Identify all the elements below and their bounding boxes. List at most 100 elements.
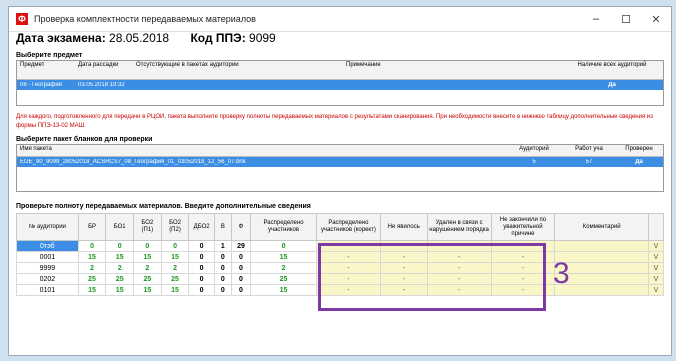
th-br: БР [77, 213, 107, 241]
col-all-rooms: Наличие всех аудиторий [577, 62, 647, 68]
table-cell: 2 [250, 262, 317, 274]
table-cell: 0 [230, 262, 252, 274]
room-number-cell: 0тэб [16, 240, 79, 252]
title-bar: Ф Проверка комплектности передаваемых ма… [9, 7, 671, 32]
table-cell: 0 [133, 240, 162, 252]
subject-section-title: Выберите предмет [16, 52, 83, 59]
th-status [647, 213, 665, 241]
table-cell: 1 [213, 240, 232, 252]
th-absent: Не явилось [379, 213, 428, 241]
table-cell: 2 [160, 262, 190, 274]
table-cell: 25 [105, 273, 135, 285]
exam-date-value: 28.05.2018 [109, 31, 170, 45]
subject-grid: Предмет Дата рассадки Отсутствующие в па… [16, 60, 664, 106]
exam-info: Дата экзамена: 28.05.2018 Код ППЭ: 9099 [16, 31, 294, 45]
table-cell: 15 [160, 251, 190, 263]
col-note: Примечание [346, 62, 381, 68]
table-cell: 15 [133, 284, 162, 296]
table-cell: 0 [77, 240, 107, 252]
table-cell: 25 [160, 273, 190, 285]
annotation-number: 3 [553, 257, 570, 290]
th-bo2-p2: БО2 (П2) [160, 213, 190, 241]
th-room: № аудитории [16, 213, 79, 241]
table-cell: 25 [77, 273, 107, 285]
package-name: EGE_90_9099_28052018_ACSRCS7_08_Географи… [20, 159, 246, 165]
subject-grid-header: Предмет Дата рассадки Отсутствующие в па… [17, 61, 663, 80]
room-number-cell: 0202 [16, 273, 79, 285]
minimize-button[interactable]: – [581, 7, 611, 31]
table-cell: 29 [230, 240, 252, 252]
th-comment: Комментарий [554, 213, 649, 241]
table-cell: 15 [105, 251, 135, 263]
status-cell: V [647, 251, 665, 263]
th-bo1: БО1 [105, 213, 135, 241]
all-rooms-present: Да [608, 82, 616, 88]
maximize-button[interactable]: ☐ [611, 7, 641, 31]
table-cell: 15 [250, 251, 317, 263]
table-cell: 0 [160, 240, 190, 252]
th-removed: Удален в связи с нарушением порядка [426, 213, 492, 241]
status-cell: V [647, 240, 665, 252]
package-row[interactable]: EGE_90_9099_28052018_ACSRCS7_08_Географи… [17, 157, 663, 167]
window-title: Проверка комплектности передаваемых мате… [34, 14, 256, 24]
window-controls: – ☐ ✕ [581, 7, 671, 31]
table-cell: 25 [133, 273, 162, 285]
table-cell: 0 [188, 240, 215, 252]
col-package-name: Имя пакета [20, 146, 52, 152]
room-number-cell: 0001 [16, 251, 79, 263]
status-cell: V [647, 284, 665, 296]
check-section-title: Проверьте полноту передаваемых материало… [16, 203, 311, 210]
subject-row[interactable]: 08 - География 03.05.2018 19:32 Да [17, 80, 663, 90]
th-bo2-p1: БО2 (П1) [133, 213, 162, 241]
th-dbo2: ДБО2 [188, 213, 215, 241]
table-cell: 0 [213, 273, 232, 285]
table-cell: 0 [188, 284, 215, 296]
close-button[interactable]: ✕ [641, 7, 671, 31]
th-distributed-corrected: Распределено участников (корект) [316, 213, 381, 241]
table-cell: 0 [105, 240, 135, 252]
table-cell: 25 [250, 273, 317, 285]
status-cell: V [647, 273, 665, 285]
package-section-title: Выберите пакет бланков для проверки [16, 136, 153, 143]
th-f: Ф [230, 213, 252, 241]
instruction-warning: Для каждого, подготовленного для передач… [16, 114, 653, 129]
table-cell: 2 [133, 262, 162, 274]
col-missing-rooms: Отсутствующие в пакетах аудитории [136, 62, 239, 68]
col-subject: Предмет [20, 62, 45, 68]
col-rooms: Аудиторий [519, 146, 549, 152]
th-v: В [213, 213, 232, 241]
ppe-code-value: 9099 [249, 31, 276, 45]
room-number-cell: 9999 [16, 262, 79, 274]
table-cell: 0 [188, 273, 215, 285]
table-cell: 0 [250, 240, 317, 252]
table-cell[interactable] [554, 240, 649, 252]
table-cell: 0 [230, 273, 252, 285]
table-header-row: № аудитории БР БО1 БО2 (П1) БО2 (П2) ДБО… [16, 213, 665, 241]
table-cell: 0 [188, 262, 215, 274]
package-grid: Имя пакета Аудиторий Работ уча Проверен … [16, 144, 664, 192]
table-cell: 2 [77, 262, 107, 274]
table-cell: 0 [213, 262, 232, 274]
subject-name: 08 - География [20, 82, 62, 88]
package-rooms: 5 [532, 159, 536, 165]
status-cell: V [647, 262, 665, 274]
table-cell: 0 [230, 251, 252, 263]
table-cell: 0 [230, 284, 252, 296]
ppe-code-label: Код ППЭ: [190, 31, 246, 45]
table-cell: 2 [105, 262, 135, 274]
package-works: 57 [585, 159, 593, 165]
th-not-finished: Не закончили по уважительной причине [490, 213, 556, 241]
table-cell: 0 [188, 251, 215, 263]
table-cell: 15 [105, 284, 135, 296]
app-icon: Ф [16, 13, 28, 25]
table-cell: 15 [160, 284, 190, 296]
package-grid-header: Имя пакета Аудиторий Работ уча Проверен [17, 145, 663, 157]
exam-date-label: Дата экзамена: [16, 31, 106, 45]
table-cell: 15 [133, 251, 162, 263]
table-cell: 15 [250, 284, 317, 296]
highlight-box [318, 243, 546, 311]
room-number-cell: 0101 [16, 284, 79, 296]
table-cell: 15 [77, 251, 107, 263]
col-checked: Проверен [625, 146, 653, 152]
table-cell: 0 [213, 251, 232, 263]
